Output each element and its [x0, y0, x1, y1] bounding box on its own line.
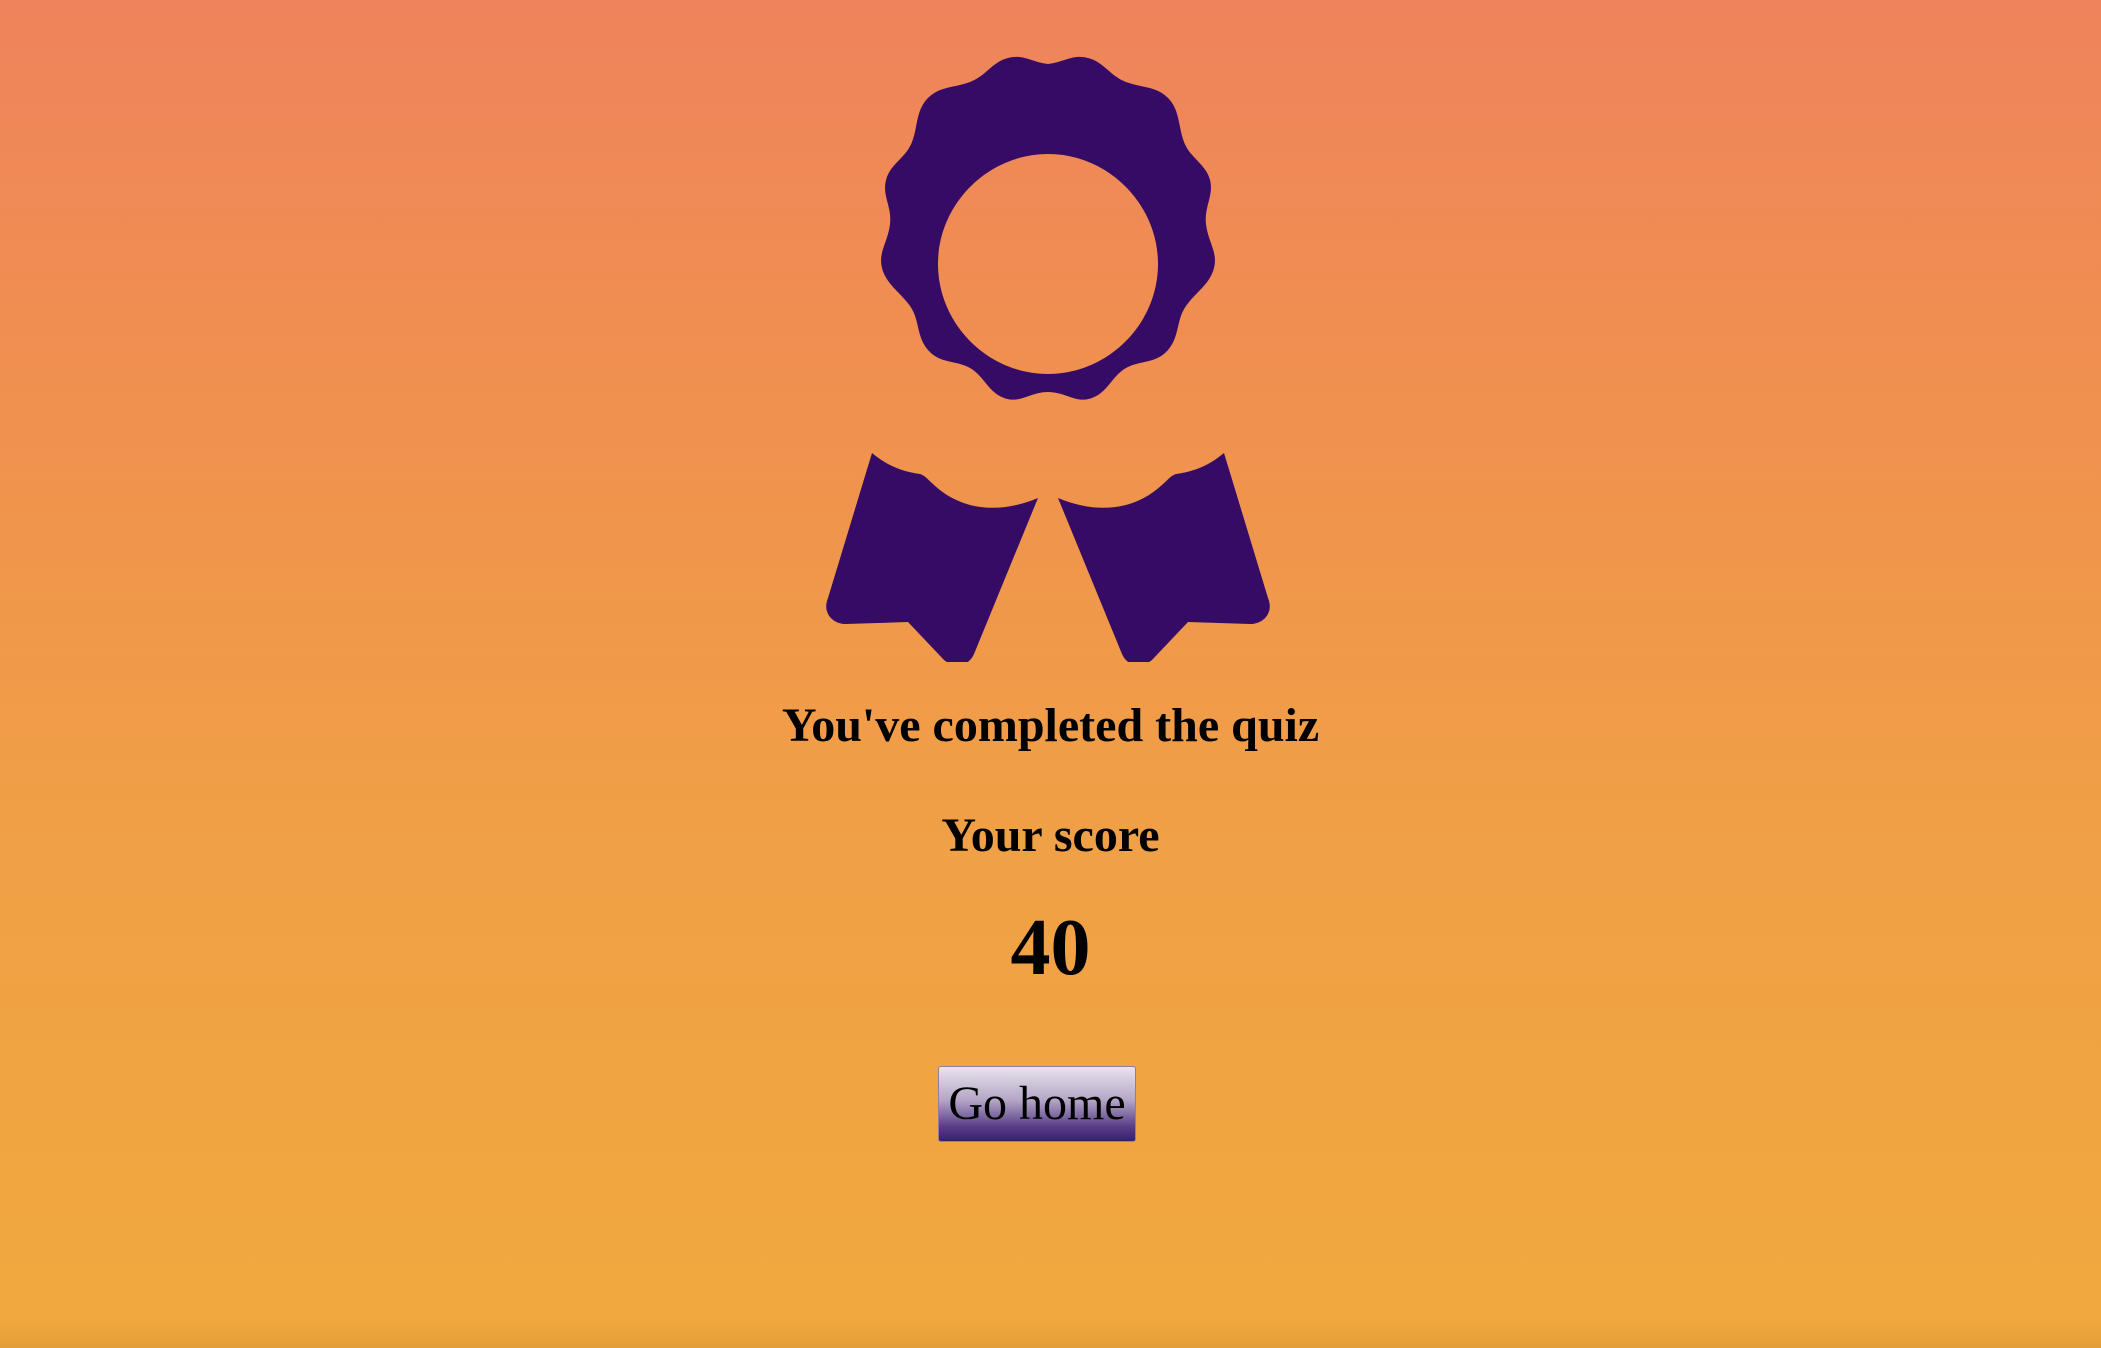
- quiz-completed-heading: You've completed the quiz: [781, 699, 1320, 752]
- score-label: Your score: [941, 809, 1160, 862]
- bottom-shadow: [0, 1320, 2101, 1348]
- award-ribbon-icon: [820, 56, 1276, 662]
- score-value: 40: [1010, 904, 1091, 992]
- quiz-result-page: You've completed the quiz Your score 40 …: [0, 0, 2101, 1348]
- go-home-button[interactable]: Go home: [938, 1066, 1136, 1142]
